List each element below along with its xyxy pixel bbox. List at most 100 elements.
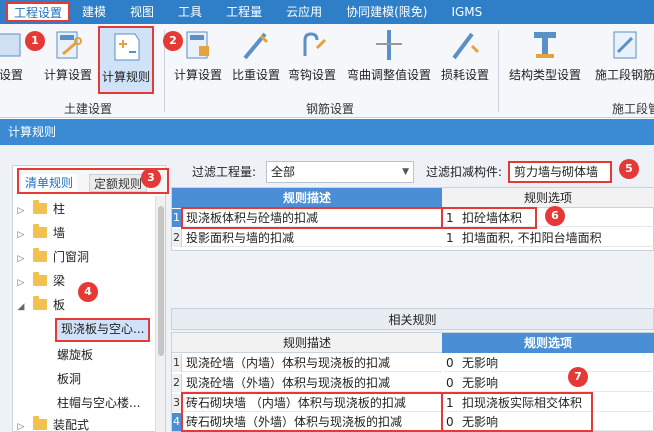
- menu-project-settings[interactable]: 工程设置: [6, 2, 71, 22]
- calculator-icon: [186, 31, 209, 59]
- filter-quantity-label: 过滤工程量:: [192, 165, 257, 179]
- tree-item-column-cap[interactable]: 柱帽与空心楼...: [57, 392, 140, 414]
- callout-badge-4: 4: [78, 282, 98, 302]
- related-rules-title: 相关规则: [171, 308, 654, 330]
- folder-icon: [33, 248, 47, 262]
- component-tree: ▷ 柱 ▷ 墙 ▷ 门窗洞 ▷ 梁 ◢ 板 现浇板与空心... 螺旋板 板洞 柱帽与空心楼…: [15, 196, 155, 432]
- callout-badge-6: 6: [545, 206, 565, 226]
- section-icon: [613, 31, 637, 59]
- menu-bar: 工程设置 建模 视图 工具 工程量 云应用 协同建模(限免) IGMS: [0, 0, 654, 24]
- col-header-option: 规则选项: [442, 188, 654, 208]
- menu-view[interactable]: 视图: [118, 0, 166, 24]
- bend-adjust-button[interactable]: 弯曲调整值设置: [344, 26, 434, 106]
- related-option-value[interactable]: 无影响: [458, 374, 654, 392]
- filter-component-label: 过滤扣减构件:: [426, 165, 503, 179]
- folder-icon: [33, 296, 47, 310]
- tree-node-beam[interactable]: ▷ 梁: [15, 270, 65, 292]
- collapse-arrow-icon[interactable]: ◢: [15, 296, 27, 318]
- callout-badge-2: 2: [163, 31, 183, 51]
- menu-tools[interactable]: 工具: [166, 0, 214, 24]
- tree-node-wall[interactable]: ▷ 墙: [15, 222, 65, 244]
- related-option-code: 0: [444, 374, 458, 392]
- expand-arrow-icon[interactable]: ▷: [15, 248, 27, 270]
- group-label-rebar: 钢筋设置: [306, 102, 355, 116]
- calc-rules-dialog: 清单规则 定额规则 ▷ 柱 ▷ 墙 ▷ 门窗洞 ▷ 梁 ◢ 板 现浇板与空心... 螺旋板…: [0, 145, 654, 432]
- partial-settings-button[interactable]: 设置: [0, 26, 28, 106]
- callout-badge-7: 7: [568, 367, 588, 387]
- tab-bill-rules[interactable]: 清单规则: [21, 174, 78, 192]
- related-option-value[interactable]: 无影响: [458, 354, 654, 372]
- calc-rules-button[interactable]: 计算规则: [98, 26, 154, 94]
- related-description[interactable]: 砖石砌块墙（外墙）体积与现浇板的扣减: [182, 413, 442, 431]
- dialog-title: 计算规则: [0, 119, 654, 145]
- related-description[interactable]: 现浇砼墙（内墙）体积与现浇板的扣减: [182, 354, 442, 372]
- loss-settings-button[interactable]: 损耗设置: [438, 26, 492, 106]
- callout-badge-3: 3: [141, 168, 161, 188]
- rule-option-value[interactable]: 扣墙面积, 不扣阳台墙面积: [458, 229, 654, 247]
- folder-icon: [33, 200, 47, 214]
- row-number: 3: [172, 394, 182, 412]
- hook-icon: [303, 32, 327, 56]
- group-label-civil: 土建设置: [64, 102, 113, 116]
- tree-item-spiral-slab[interactable]: 螺旋板: [57, 344, 93, 366]
- tree-item-cast-slab[interactable]: 现浇板与空心...: [55, 318, 151, 342]
- ribbon: 设置 计算设置 计算规则 土建设置 计算设置 比重设置 弯钩设置 弯曲调整值设置…: [0, 24, 654, 118]
- related-option-value[interactable]: 扣现浇板实际相交体积: [458, 394, 654, 412]
- menu-collab[interactable]: 协同建模(限免): [334, 0, 439, 24]
- folder-icon: [33, 272, 47, 286]
- hook-settings-button[interactable]: 弯钩设置: [286, 26, 338, 106]
- related-option-code: 1: [444, 394, 458, 412]
- rule-description[interactable]: 投影面积与墙的扣减: [182, 229, 442, 247]
- construction-section-button[interactable]: 施工段钢筋: [590, 26, 654, 106]
- struct-type-button[interactable]: 结构类型设置: [506, 26, 584, 106]
- filter-quantity-select[interactable]: 全部 ▼: [266, 161, 414, 183]
- row-number: 4: [172, 413, 182, 431]
- rules-plus-minus-icon: [114, 33, 140, 61]
- rule-description[interactable]: 现浇板体积与砼墙的扣减: [182, 209, 442, 227]
- settings-icon: [0, 33, 21, 57]
- expand-arrow-icon[interactable]: ▷: [15, 272, 27, 294]
- tree-node-slab[interactable]: ◢ 板: [15, 294, 65, 316]
- tree-item-slab-hole[interactable]: 板洞: [57, 368, 81, 390]
- row-number: 1: [172, 354, 182, 372]
- rules-table: 规则描述 规则选项 1 现浇板体积与砼墙的扣减 1 扣砼墙体积 2 投影面积与墙…: [171, 187, 654, 251]
- menu-quantity[interactable]: 工程量: [214, 0, 274, 24]
- callout-badge-5: 5: [619, 159, 639, 179]
- group-label-construction: 施工段管: [612, 102, 654, 116]
- expand-arrow-icon[interactable]: ▷: [15, 200, 27, 222]
- scrollbar-thumb[interactable]: [158, 206, 164, 356]
- filter-component-select[interactable]: 剪力墙与砌体墙: [508, 161, 612, 183]
- expand-arrow-icon[interactable]: ▷: [15, 224, 27, 246]
- weight-settings-button[interactable]: 比重设置: [230, 26, 282, 106]
- related-option-code: 0: [444, 354, 458, 372]
- structure-icon: [534, 32, 556, 58]
- col-header-description: 规则描述: [172, 333, 442, 353]
- row-number: 1: [172, 209, 182, 227]
- row-number: 2: [172, 374, 182, 392]
- tree-node-opening[interactable]: ▷ 门窗洞: [15, 246, 89, 268]
- calc-settings-button[interactable]: 计算设置: [42, 26, 94, 106]
- menu-igms[interactable]: IGMS: [439, 0, 494, 24]
- loss-icon: [452, 32, 480, 60]
- related-description[interactable]: 砖石砌块墙 （内墙）体积与现浇板的扣减: [182, 394, 442, 412]
- menu-modeling[interactable]: 建模: [70, 0, 118, 24]
- bend-icon: [376, 30, 402, 60]
- related-option-code: 0: [444, 413, 458, 431]
- rebar-pen-icon: [243, 32, 269, 60]
- menu-cloud[interactable]: 云应用: [274, 0, 334, 24]
- callout-badge-1: 1: [25, 31, 45, 51]
- tree-node-column[interactable]: ▷ 柱: [15, 198, 65, 220]
- rule-option-code: 1: [444, 209, 458, 227]
- row-number: 2: [172, 229, 182, 247]
- chevron-down-icon: ▼: [402, 167, 409, 177]
- folder-icon: [33, 224, 47, 238]
- tab-quota-rules[interactable]: 定额规则: [89, 174, 148, 192]
- tree-node-prefab[interactable]: ▷ 装配式: [15, 414, 89, 432]
- tree-scrollbar[interactable]: [155, 196, 165, 432]
- col-header-option: 规则选项: [442, 333, 654, 353]
- expand-arrow-icon[interactable]: ▷: [15, 416, 27, 432]
- group-separator: [498, 30, 499, 112]
- related-option-value[interactable]: 无影响: [458, 413, 654, 431]
- rule-option-code: 1: [444, 229, 458, 247]
- related-description[interactable]: 现浇砼墙（外墙）体积与现浇板的扣减: [182, 374, 442, 392]
